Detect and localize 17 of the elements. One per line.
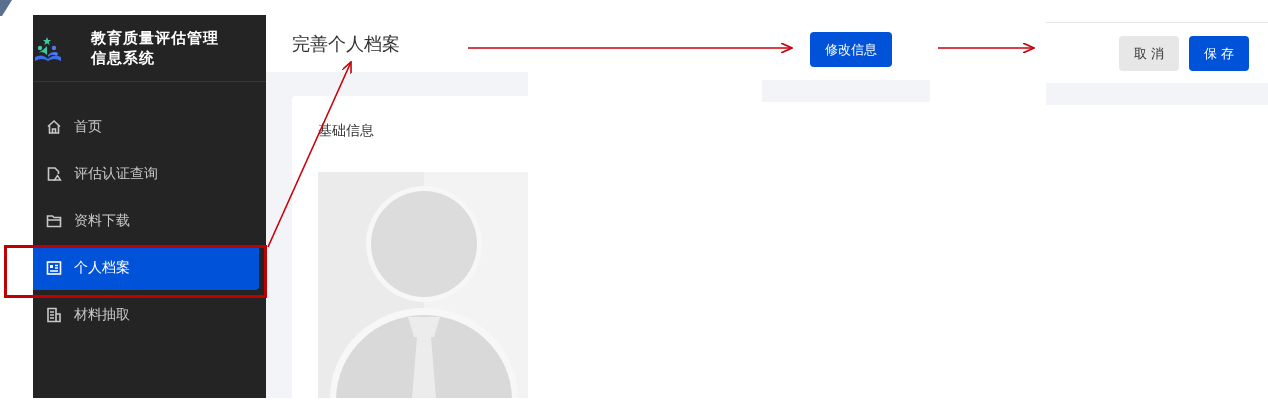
nav-item[interactable]: 评估认证查询 (33, 151, 259, 196)
profile-card-icon (46, 259, 62, 276)
report-icon (46, 306, 62, 323)
corner-shape (0, 0, 12, 16)
folder-icon (46, 212, 62, 229)
document-icon (46, 165, 62, 182)
edit-info-button[interactable]: 修改信息 (810, 32, 892, 67)
logo-icon (35, 37, 61, 61)
save-button[interactable]: 保 存 (1188, 36, 1249, 71)
nav-item[interactable]: 个人档案 (33, 245, 259, 290)
page-title: 完善个人档案 (292, 31, 400, 56)
system-title: 教育质量评估管理信息系统 (91, 28, 220, 68)
nav-item[interactable]: 首页 (33, 104, 259, 149)
cancel-button[interactable]: 取 消 (1118, 36, 1179, 71)
nav-item[interactable]: 资料下载 (33, 198, 259, 243)
home-icon (46, 118, 62, 135)
nav-item[interactable]: 材料抽取 (33, 292, 259, 337)
